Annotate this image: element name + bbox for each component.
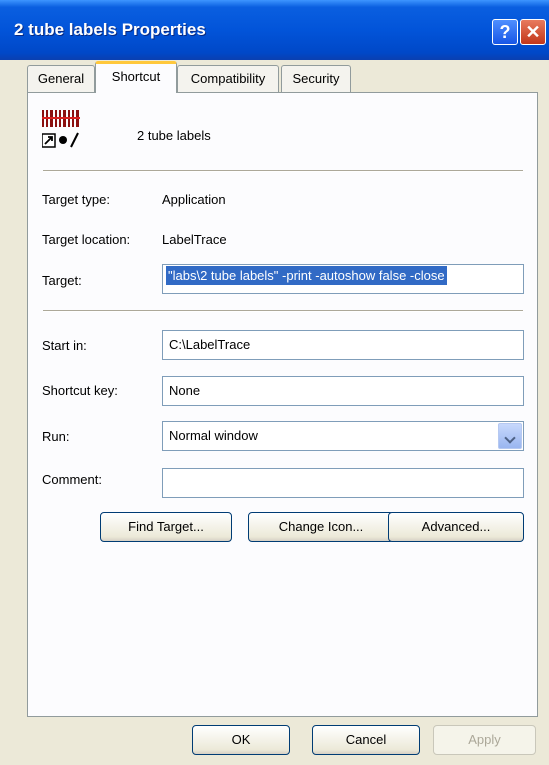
start-in-input[interactable]: C:\LabelTrace xyxy=(162,330,524,360)
target-label: Target: xyxy=(42,273,82,288)
properties-window: 2 tube labels Properties ? ✕ General Sho… xyxy=(0,0,549,765)
tab-security[interactable]: Security xyxy=(281,65,351,92)
tab-compatibility[interactable]: Compatibility xyxy=(177,65,279,92)
find-target-button[interactable]: Find Target... xyxy=(100,512,232,542)
target-input[interactable]: "labs\2 tube labels" -print -autoshow fa… xyxy=(162,264,524,294)
run-select[interactable]: Normal window xyxy=(162,421,524,451)
target-type-value: Application xyxy=(162,192,226,207)
title-bar[interactable]: 2 tube labels Properties ? ✕ xyxy=(0,0,549,60)
tab-shortcut[interactable]: Shortcut xyxy=(95,61,177,93)
comment-input[interactable] xyxy=(162,468,524,498)
shortcut-name: 2 tube labels xyxy=(137,128,211,143)
tab-general[interactable]: General xyxy=(27,65,95,92)
target-input-value: "labs\2 tube labels" -print -autoshow fa… xyxy=(166,266,447,285)
help-icon: ? xyxy=(499,22,511,42)
close-button[interactable]: ✕ xyxy=(520,19,546,45)
target-location-label: Target location: xyxy=(42,232,131,247)
window-title: 2 tube labels Properties xyxy=(14,20,206,39)
cancel-button[interactable]: Cancel xyxy=(312,725,420,755)
start-in-label: Start in: xyxy=(42,338,87,353)
apply-button[interactable]: Apply xyxy=(433,725,536,755)
run-label: Run: xyxy=(42,429,70,444)
shortcut-key-input[interactable]: None xyxy=(162,376,524,406)
separator xyxy=(43,310,523,312)
shortcut-key-label: Shortcut key: xyxy=(42,383,118,398)
separator xyxy=(43,170,523,172)
chevron-down-icon[interactable] xyxy=(498,423,522,449)
comment-label: Comment: xyxy=(42,472,102,487)
target-type-label: Target type: xyxy=(42,192,110,207)
change-icon-button[interactable]: Change Icon... xyxy=(248,512,394,542)
advanced-button[interactable]: Advanced... xyxy=(388,512,524,542)
help-button[interactable]: ? xyxy=(492,19,518,45)
ok-button[interactable]: OK xyxy=(192,725,290,755)
barcode-shortcut-icon xyxy=(41,109,82,149)
target-location-value: LabelTrace xyxy=(162,232,227,247)
shortcut-panel: 2 tube labels Target type: Application T… xyxy=(27,92,538,717)
run-select-value: Normal window xyxy=(169,428,258,443)
close-icon: ✕ xyxy=(525,22,541,42)
